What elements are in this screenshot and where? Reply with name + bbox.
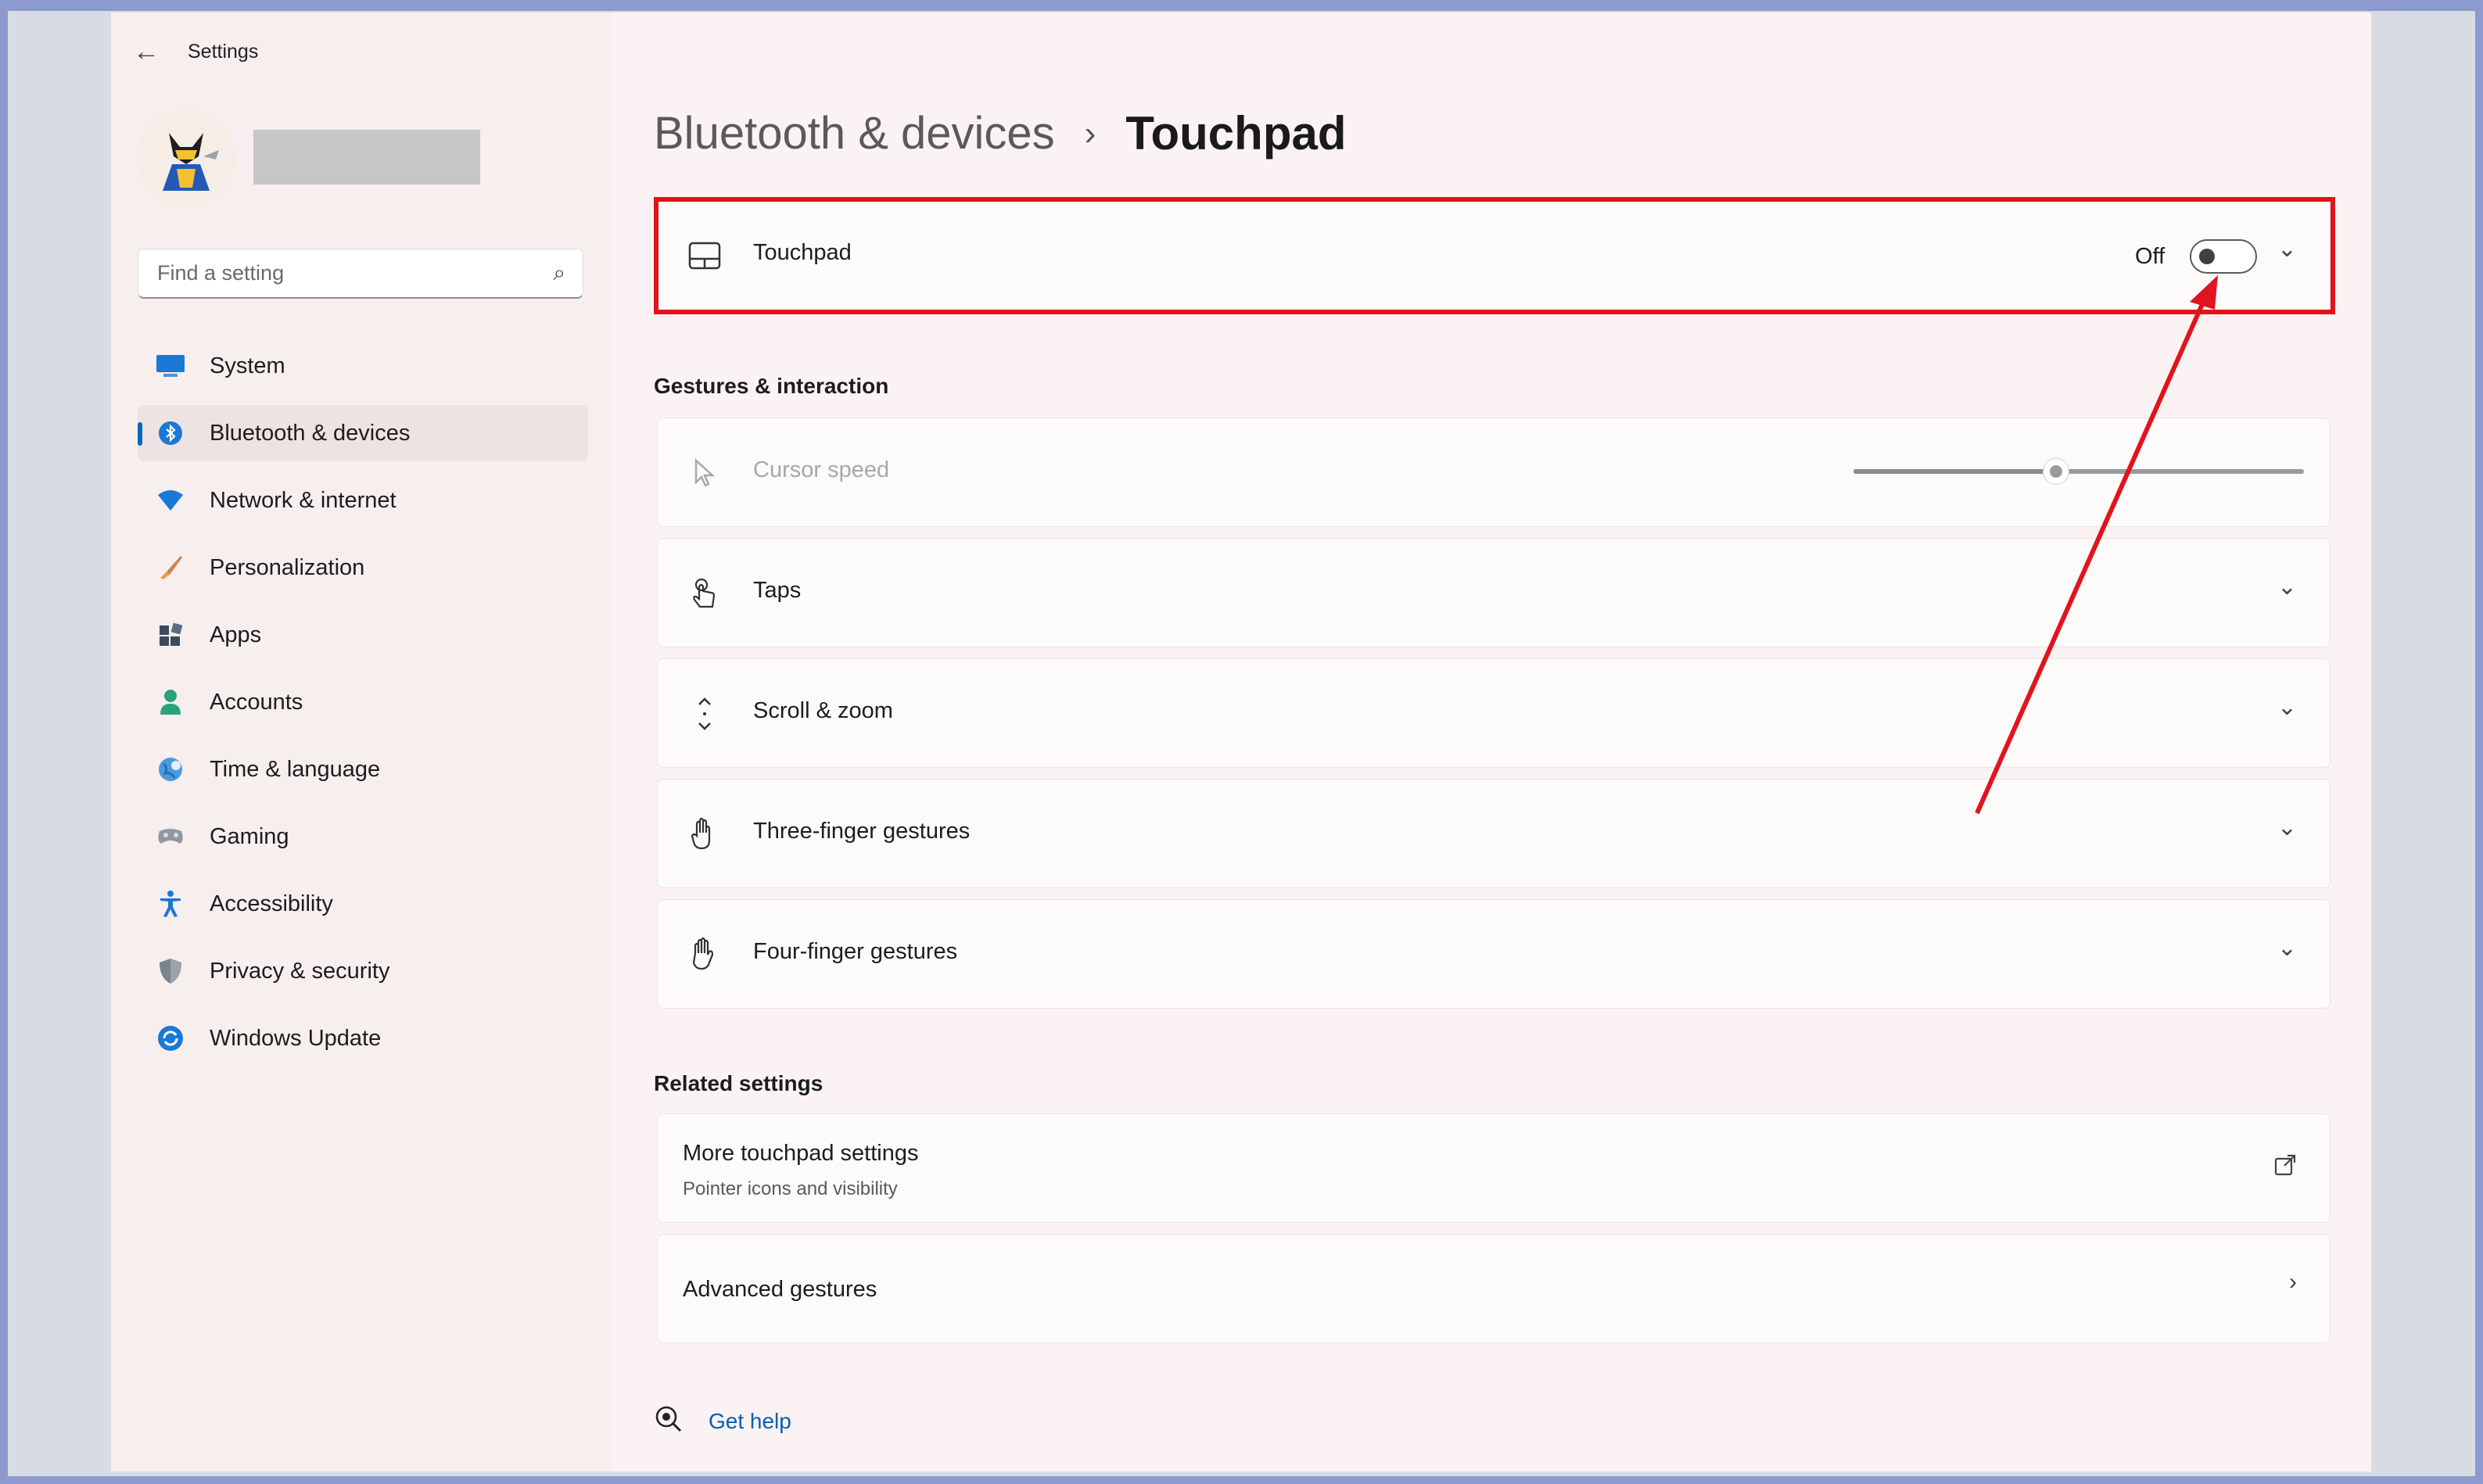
screenshot-border bbox=[0, 0, 2483, 1484]
